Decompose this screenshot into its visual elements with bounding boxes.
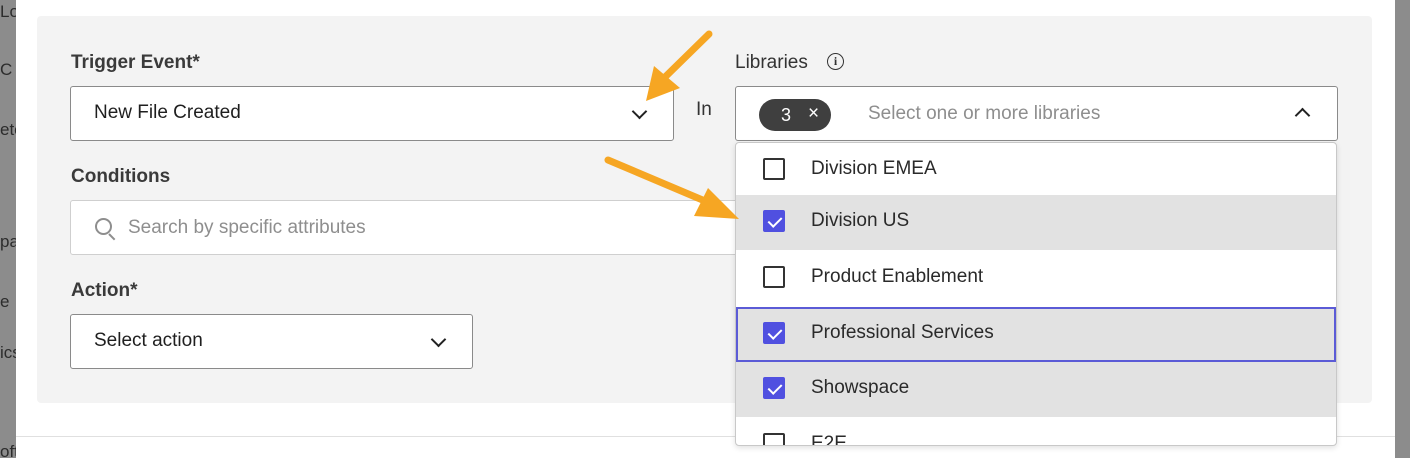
checkbox[interactable] <box>763 158 785 180</box>
library-option-professional-services[interactable]: Professional Services <box>736 307 1336 362</box>
library-option-label: Division EMEA <box>811 158 937 179</box>
library-option-label: Product Enablement <box>811 266 984 287</box>
libraries-placeholder: Select one or more libraries <box>868 103 1101 124</box>
selected-count: 3 <box>781 105 792 125</box>
chevron-down-icon <box>430 331 447 348</box>
library-option-division-emea[interactable]: Division EMEA <box>736 143 1336 198</box>
library-option-showspace[interactable]: Showspace <box>736 362 1336 417</box>
action-label: Action* <box>71 280 138 301</box>
checkbox-checked[interactable] <box>763 322 785 344</box>
library-option-label: Professional Services <box>811 322 994 343</box>
info-icon[interactable]: i <box>827 53 844 70</box>
chevron-down-icon <box>631 103 648 120</box>
selected-count-chip: 3 × <box>759 99 831 131</box>
library-option-label: E2E <box>811 433 847 446</box>
library-option-label: Showspace <box>811 377 910 398</box>
background-text: oft <box>0 442 16 458</box>
checkbox-checked[interactable] <box>763 210 785 232</box>
trigger-event-value: New File Created <box>94 102 241 123</box>
library-option-division-us[interactable]: Division US <box>736 195 1336 250</box>
library-option-product-enablement[interactable]: Product Enablement <box>736 251 1336 306</box>
libraries-dropdown-list: Division EMEA Division US Product Enable… <box>735 142 1337 446</box>
background-text: C <box>0 60 13 79</box>
background-text: e <box>0 292 10 311</box>
libraries-multiselect[interactable]: 3 × Select one or more libraries <box>735 86 1338 141</box>
library-option-e2e[interactable]: E2E <box>736 418 1336 446</box>
clear-selection-icon[interactable]: × <box>808 103 819 125</box>
chevron-up-icon[interactable] <box>1294 107 1311 124</box>
conditions-search-input[interactable]: Search by specific attributes <box>70 200 760 255</box>
checkbox[interactable] <box>763 433 785 445</box>
in-label: In <box>696 99 712 120</box>
conditions-placeholder: Search by specific attributes <box>128 217 366 238</box>
action-value: Select action <box>94 330 203 351</box>
libraries-label: Libraries <box>735 52 808 73</box>
checkbox-checked[interactable] <box>763 377 785 399</box>
checkbox[interactable] <box>763 266 785 288</box>
background-page-right <box>1395 0 1410 458</box>
action-select[interactable]: Select action <box>70 314 473 369</box>
background-text: Lo <box>0 2 16 21</box>
background-text: ics <box>0 343 16 362</box>
background-text: pa <box>0 232 16 251</box>
conditions-label: Conditions <box>71 166 171 187</box>
search-icon <box>95 218 112 235</box>
trigger-event-label: Trigger Event* <box>71 52 200 73</box>
background-page: Lo C ete pa e ics oft <box>0 0 16 458</box>
library-option-label: Division US <box>811 210 910 231</box>
background-text: ete <box>0 120 16 139</box>
trigger-event-select[interactable]: New File Created <box>70 86 674 141</box>
